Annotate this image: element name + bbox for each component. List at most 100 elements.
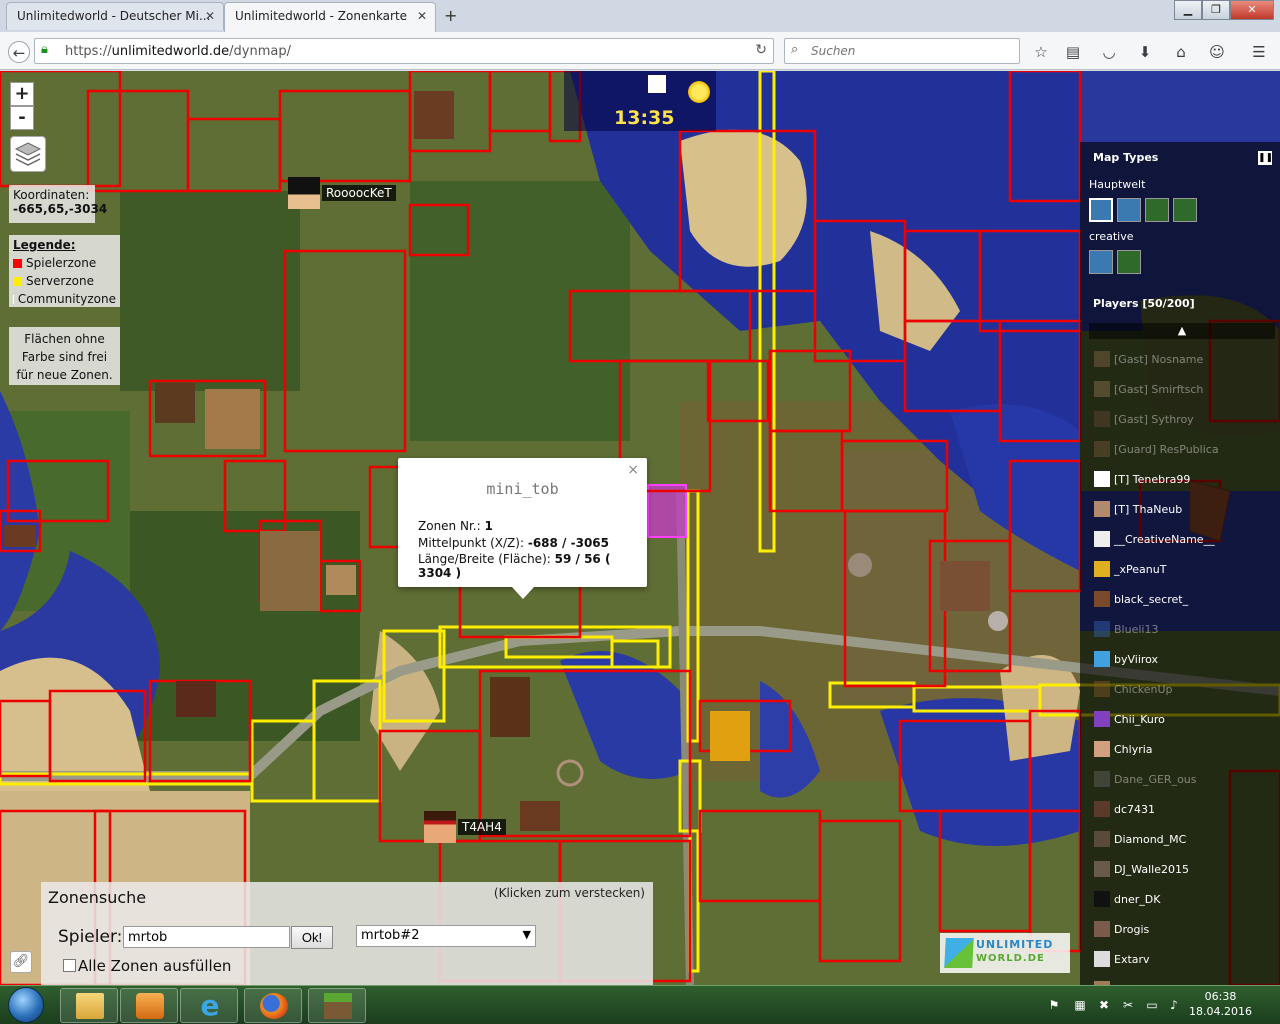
player-marker-t4ah4[interactable]: T4AH4 bbox=[424, 811, 506, 843]
player-list-item[interactable]: [T] ThaNeub bbox=[1094, 499, 1182, 519]
player-avatar-icon bbox=[1094, 351, 1110, 367]
menu-icon[interactable]: ☰ bbox=[1248, 41, 1270, 63]
player-list-name: [T] Tenebra99 bbox=[1114, 472, 1191, 486]
player-list-item[interactable]: Blueli13 bbox=[1094, 619, 1158, 639]
player-list-item[interactable]: dc7431 bbox=[1094, 799, 1155, 819]
tray-time: 06:38 bbox=[1204, 990, 1237, 1003]
close-icon[interactable]: ✕ bbox=[205, 9, 215, 23]
player-list-item[interactable]: [Gast] Smirftsch bbox=[1094, 379, 1203, 399]
zone-search-hide-link[interactable]: (Klicken zum verstecken) bbox=[494, 886, 645, 900]
taskbar-app-ie[interactable]: e bbox=[180, 988, 238, 1023]
player-avatar-icon bbox=[1094, 441, 1110, 457]
player-list-item[interactable]: byViirox bbox=[1094, 649, 1158, 669]
download-icon[interactable]: ⬇ bbox=[1134, 41, 1156, 63]
player-search-input[interactable] bbox=[123, 926, 290, 948]
world-creative-label: creative bbox=[1089, 230, 1134, 243]
map-type-3d-button[interactable] bbox=[1173, 198, 1197, 222]
home-icon[interactable]: ⌂ bbox=[1170, 41, 1192, 63]
chat-icon[interactable]: ☺ bbox=[1206, 41, 1228, 63]
chevron-up-icon[interactable]: ▲ bbox=[1089, 323, 1275, 339]
map-type-creative-3d-button[interactable] bbox=[1117, 250, 1141, 274]
player-list-item[interactable]: dner_DK bbox=[1094, 889, 1160, 909]
url-bar[interactable]: 🔒︎ https://unlimitedworld.de/dynmap/ ↻ bbox=[34, 38, 774, 64]
pin-icon[interactable]: ❚❚ bbox=[1258, 151, 1273, 165]
close-icon[interactable]: ✕ bbox=[417, 9, 427, 23]
dynmap-map[interactable]: + - Koordinaten: -665,65,-3034 Legende: … bbox=[0, 71, 1280, 985]
search-bar[interactable]: ⌕ bbox=[784, 38, 1020, 64]
search-input[interactable] bbox=[811, 44, 1011, 58]
internet-explorer-icon: e bbox=[200, 989, 220, 1022]
moon-icon bbox=[648, 75, 666, 93]
fill-all-checkbox[interactable] bbox=[63, 959, 76, 972]
restore-icon[interactable]: ❐ bbox=[1202, 0, 1230, 20]
player-list-name: [Gast] Sythroy bbox=[1114, 412, 1194, 426]
tray-action-center-icon[interactable]: ✖ bbox=[1096, 997, 1112, 1013]
reading-list-icon[interactable]: ▤ bbox=[1062, 41, 1084, 63]
start-button[interactable] bbox=[2, 986, 52, 1024]
taskbar-app-minecraft[interactable] bbox=[308, 988, 366, 1023]
tray-date: 18.04.2016 bbox=[1189, 1005, 1252, 1018]
legend-swatch-yellow bbox=[13, 276, 22, 286]
zone-select[interactable]: mrtob#2 ▼ bbox=[356, 925, 536, 947]
player-list-name: [Gast] Nosname bbox=[1114, 352, 1204, 366]
reload-icon[interactable]: ↻ bbox=[755, 42, 767, 58]
new-tab-icon[interactable]: + bbox=[444, 6, 457, 25]
bookmark-star-icon[interactable]: ☆ bbox=[1030, 41, 1052, 63]
free-area-note: Flächen ohne Farbe sind frei für neue Zo… bbox=[9, 327, 120, 385]
player-list-item[interactable]: [T] Tenebra99 bbox=[1094, 469, 1190, 489]
player-list-item[interactable]: Chlyria bbox=[1094, 739, 1153, 759]
tab-deutscher[interactable]: Unlimitedworld - Deutscher Mi... ✕ bbox=[6, 2, 224, 30]
player-list-item[interactable]: Diamond_MC bbox=[1094, 829, 1186, 849]
coordinates-panel: Koordinaten: -665,65,-3034 bbox=[9, 185, 107, 223]
map-type-creative-flat-button[interactable] bbox=[1089, 250, 1113, 274]
tray-volume-icon[interactable]: ♪ bbox=[1166, 997, 1182, 1013]
zoom-out-button[interactable]: - bbox=[10, 106, 34, 130]
player-list-item[interactable]: DJ_Walle2015 bbox=[1094, 859, 1189, 879]
legend-item-communityzone: Communityzone bbox=[13, 292, 116, 306]
free-note-line: Flächen ohne bbox=[24, 332, 105, 346]
tray-network-icon[interactable]: ▦ bbox=[1072, 997, 1088, 1013]
player-list-item[interactable]: ChickenUp bbox=[1094, 679, 1173, 699]
close-icon[interactable]: × bbox=[627, 462, 639, 478]
player-avatar-icon bbox=[1094, 561, 1110, 577]
tab-zonenkarte[interactable]: Unlimitedworld - Zonenkarte ✕ bbox=[224, 2, 436, 32]
player-list-item[interactable]: [Guard] ResPublica bbox=[1094, 439, 1219, 459]
taskbar-app-firefox[interactable] bbox=[244, 988, 302, 1023]
player-list-name: _xPeanuT bbox=[1114, 562, 1167, 576]
player-marker-roooocket[interactable]: RoooocKeT bbox=[288, 177, 396, 209]
player-list-item[interactable]: Drogis bbox=[1094, 919, 1149, 939]
player-list-item[interactable]: __CreativeName__ bbox=[1094, 529, 1215, 549]
tray-flag-icon[interactable]: ⚑ bbox=[1046, 997, 1062, 1013]
player-list-item[interactable]: [Gast] Nosname bbox=[1094, 349, 1203, 369]
back-icon[interactable]: ← bbox=[8, 41, 30, 63]
player-face-icon bbox=[288, 177, 320, 209]
window-close-icon[interactable]: ✕ bbox=[1230, 0, 1274, 20]
logo-cube-icon bbox=[944, 938, 974, 968]
player-avatar-icon bbox=[1094, 711, 1110, 727]
taskbar-app-media-player[interactable] bbox=[120, 988, 178, 1023]
ok-button[interactable]: Ok! bbox=[291, 926, 333, 949]
taskbar-app-explorer[interactable] bbox=[60, 988, 118, 1023]
player-list-item[interactable]: Dane_GER_ous bbox=[1094, 769, 1197, 789]
player-list-item[interactable]: Extarv bbox=[1094, 949, 1150, 969]
player-list-item[interactable]: black_secret_ bbox=[1094, 589, 1188, 609]
player-list-item[interactable]: Chii_Kuro bbox=[1094, 709, 1165, 729]
player-list-name: Dane_GER_ous bbox=[1114, 772, 1197, 786]
player-list-item[interactable]: [Gast] Sythroy bbox=[1094, 409, 1194, 429]
tray-clock[interactable]: 06:38 18.04.2016 bbox=[1189, 989, 1252, 1019]
layers-button[interactable] bbox=[10, 136, 46, 172]
popup-title: mini_tob bbox=[486, 480, 559, 498]
chevron-down-icon: ▼ bbox=[522, 928, 531, 941]
map-type-cave-button[interactable] bbox=[1145, 198, 1169, 222]
map-type-flat-button[interactable] bbox=[1089, 198, 1113, 222]
coordinates-label: Koordinaten: bbox=[13, 188, 90, 202]
zoom-in-button[interactable]: + bbox=[10, 82, 34, 106]
player-avatar-icon bbox=[1094, 501, 1110, 517]
pocket-icon[interactable]: ◡ bbox=[1098, 41, 1120, 63]
tray-monitor-icon[interactable]: ▭ bbox=[1144, 997, 1160, 1013]
tray-tools-icon[interactable]: ✂ bbox=[1120, 997, 1136, 1013]
map-type-surface-button[interactable] bbox=[1117, 198, 1141, 222]
minimize-icon[interactable]: ▁ bbox=[1174, 0, 1202, 20]
player-list-item[interactable]: _xPeanuT bbox=[1094, 559, 1166, 579]
link-icon[interactable]: 🔗︎ bbox=[10, 951, 32, 973]
